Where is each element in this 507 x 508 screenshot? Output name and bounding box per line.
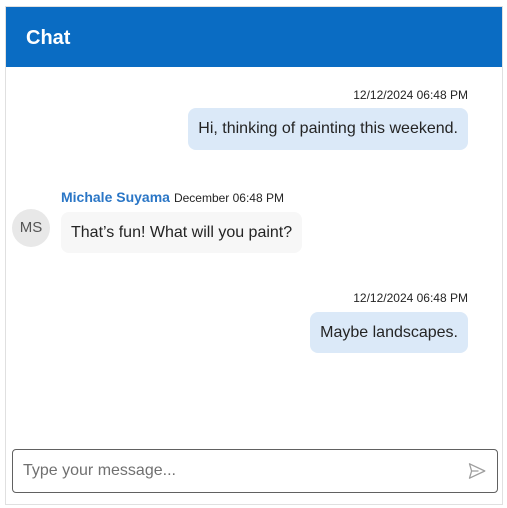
chat-header: Chat: [6, 7, 502, 67]
outgoing-message-bubble: Maybe landscapes.: [310, 312, 468, 353]
message-timestamp: 12/12/2024 06:48 PM: [353, 88, 468, 102]
avatar: MS: [12, 209, 50, 247]
message-input[interactable]: [23, 450, 453, 492]
sender-line: Michale Suyama December 06:48 PM: [61, 190, 284, 205]
send-button[interactable]: [467, 461, 487, 481]
chat-window: Chat 12/12/2024 06:48 PM Hi, thinking of…: [5, 6, 503, 505]
chat-title: Chat: [26, 27, 71, 49]
sender-name: Michale Suyama: [61, 189, 170, 205]
outgoing-message-bubble: Hi, thinking of painting this weekend.: [188, 108, 468, 150]
send-icon: [468, 463, 486, 479]
message-composer: [12, 449, 498, 493]
message-timestamp: 12/12/2024 06:48 PM: [353, 291, 468, 305]
incoming-message-bubble: That’s fun! What will you paint?: [61, 212, 303, 253]
message-timestamp: December 06:48 PM: [173, 191, 284, 205]
